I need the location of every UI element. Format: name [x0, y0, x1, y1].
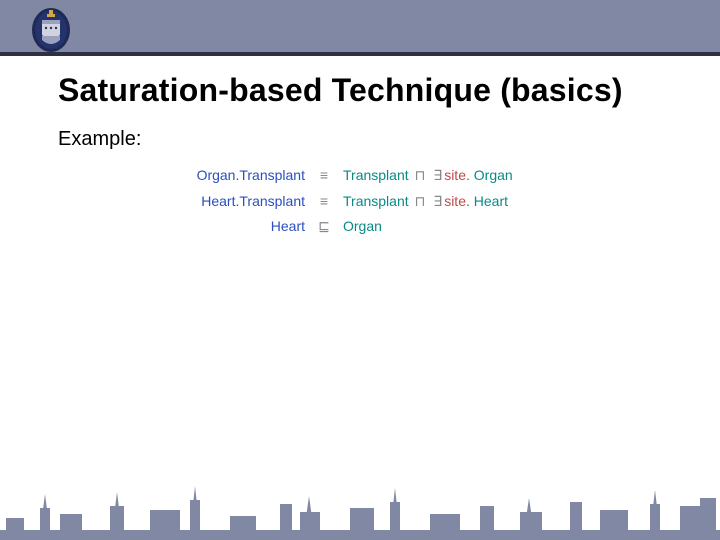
axiom-lhs: Organ.Transplant [105, 165, 313, 187]
axiom-row: Organ.Transplant ≡ Transplant ⊓ ∃site. O… [105, 165, 615, 187]
slide-title: Saturation-based Technique (basics) [58, 72, 623, 109]
university-crest-icon [30, 6, 72, 58]
slide: Saturation-based Technique (basics) Exam… [0, 0, 720, 540]
axiom-relation: ⊑ [313, 216, 335, 238]
axiom-row: Heart.Transplant ≡ Transplant ⊓ ∃site. H… [105, 191, 615, 213]
axiom-lhs: Heart [105, 216, 313, 238]
axiom-rhs: Transplant ⊓ ∃site. Organ [335, 165, 615, 187]
axiom-relation: ≡ [313, 191, 335, 213]
skyline-footer [0, 478, 720, 540]
axiom-rhs: Transplant ⊓ ∃site. Heart [335, 191, 615, 213]
axiom-block: Organ.Transplant ≡ Transplant ⊓ ∃site. O… [105, 165, 615, 242]
axiom-rhs: Organ [335, 216, 615, 238]
axiom-row: Heart ⊑ Organ [105, 216, 615, 238]
header-band [0, 0, 720, 52]
example-label: Example: [58, 128, 141, 151]
axiom-lhs: Heart.Transplant [105, 191, 313, 213]
header-underline [0, 52, 720, 56]
axiom-relation: ≡ [313, 165, 335, 187]
